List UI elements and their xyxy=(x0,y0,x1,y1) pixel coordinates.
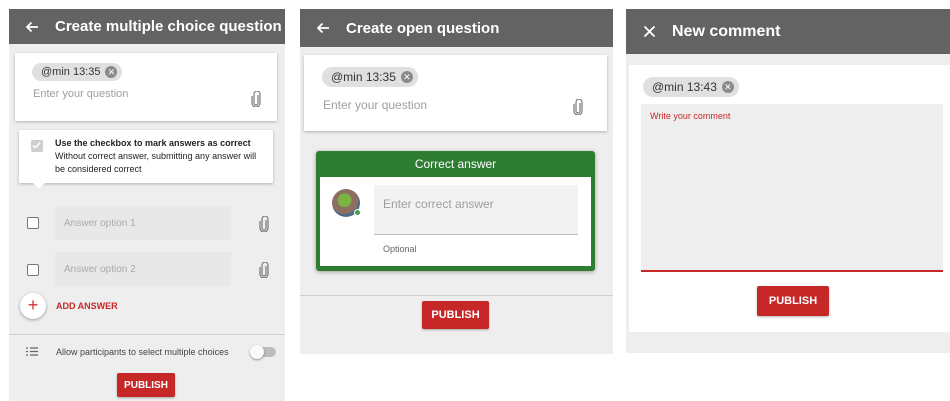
hint-line-3: be considered correct xyxy=(55,164,142,174)
answer-option-2-input[interactable]: Answer option 2 xyxy=(55,252,231,286)
add-answer-icon[interactable]: + xyxy=(20,293,46,319)
chip-label: @min 13:35 xyxy=(41,66,101,78)
screen-multiple-choice: Create multiple choice question @min 13:… xyxy=(9,9,285,401)
chip-remove-icon[interactable]: ✕ xyxy=(721,81,734,93)
answer-1-checkbox[interactable] xyxy=(27,217,39,229)
close-icon[interactable] xyxy=(640,23,658,41)
app-bar: New comment xyxy=(626,9,950,54)
divider xyxy=(300,295,613,296)
question-input[interactable]: Enter your question xyxy=(323,98,543,112)
multi-select-label: Allow participants to select multiple ch… xyxy=(56,347,229,357)
correct-answer-card: Correct answer Enter correct answer Opti… xyxy=(316,151,595,271)
hint-tooltip: Use the checkbox to mark answers as corr… xyxy=(19,130,273,189)
timestamp-chip[interactable]: @min 13:43 ✕ xyxy=(643,77,739,97)
chip-remove-icon[interactable]: ✕ xyxy=(400,71,413,83)
correct-answer-header: Correct answer xyxy=(414,157,497,171)
hint-line-2: Without correct answer, submitting any a… xyxy=(55,151,257,161)
page-title: Create open question xyxy=(346,19,500,37)
timestamp-chip[interactable]: @min 13:35 ✕ xyxy=(32,63,123,81)
hint-text: Use the checkbox to mark answers as corr… xyxy=(55,137,270,176)
chip-label: @min 13:43 xyxy=(652,80,717,94)
answer-2-attachment-icon[interactable] xyxy=(259,262,269,278)
toggle-thumb xyxy=(250,345,264,359)
answer-option-1-input[interactable]: Answer option 1 xyxy=(55,206,231,240)
add-answer-button[interactable]: ADD ANSWER xyxy=(56,301,118,311)
arrow-back-icon[interactable] xyxy=(23,18,41,36)
app-bar: Create open question xyxy=(300,9,613,47)
optional-label: Optional xyxy=(383,244,417,254)
correct-answer-input[interactable]: Enter correct answer xyxy=(374,185,578,235)
answer-1-attachment-icon[interactable] xyxy=(259,216,269,232)
comment-placeholder: Write your comment xyxy=(650,111,731,121)
publish-button[interactable]: PUBLISH xyxy=(422,301,489,329)
chip-remove-icon[interactable]: ✕ xyxy=(105,66,118,78)
avatar xyxy=(332,189,361,217)
arrow-back-icon[interactable] xyxy=(314,19,332,37)
hint-line-1: Use the checkbox to mark answers as corr… xyxy=(55,138,251,148)
comment-input[interactable]: Write your comment xyxy=(641,104,943,272)
page-title: Create multiple choice question xyxy=(55,18,282,35)
divider xyxy=(9,334,285,335)
hint-checkbox-icon xyxy=(31,140,43,152)
tooltip-arrow xyxy=(33,183,45,189)
publish-button[interactable]: PUBLISH xyxy=(757,286,829,316)
question-card: @min 13:35 ✕ Enter your question xyxy=(304,55,607,131)
publish-button[interactable]: PUBLISH xyxy=(117,373,175,397)
attachment-icon[interactable] xyxy=(573,99,583,115)
question-card: @min 13:35 ✕ Enter your question xyxy=(15,53,277,121)
app-bar: Create multiple choice question xyxy=(9,9,285,44)
online-status-dot xyxy=(354,209,361,216)
multi-select-toggle[interactable] xyxy=(250,344,276,360)
question-input[interactable]: Enter your question xyxy=(33,88,233,100)
page-title: New comment xyxy=(672,22,781,40)
timestamp-chip[interactable]: @min 13:35 ✕ xyxy=(322,67,418,87)
attachment-icon[interactable] xyxy=(251,91,261,107)
comment-panel: @min 13:43 ✕ Write your comment PUBLISH xyxy=(629,65,950,332)
chip-label: @min 13:35 xyxy=(331,70,396,84)
screen-open-question: Create open question @min 13:35 ✕ Enter … xyxy=(300,9,613,354)
list-icon xyxy=(26,347,38,356)
correct-answer-body: Enter correct answer Optional xyxy=(320,177,591,266)
answer-2-checkbox[interactable] xyxy=(27,264,39,276)
screen-new-comment: New comment @min 13:43 ✕ Write your comm… xyxy=(626,9,950,353)
